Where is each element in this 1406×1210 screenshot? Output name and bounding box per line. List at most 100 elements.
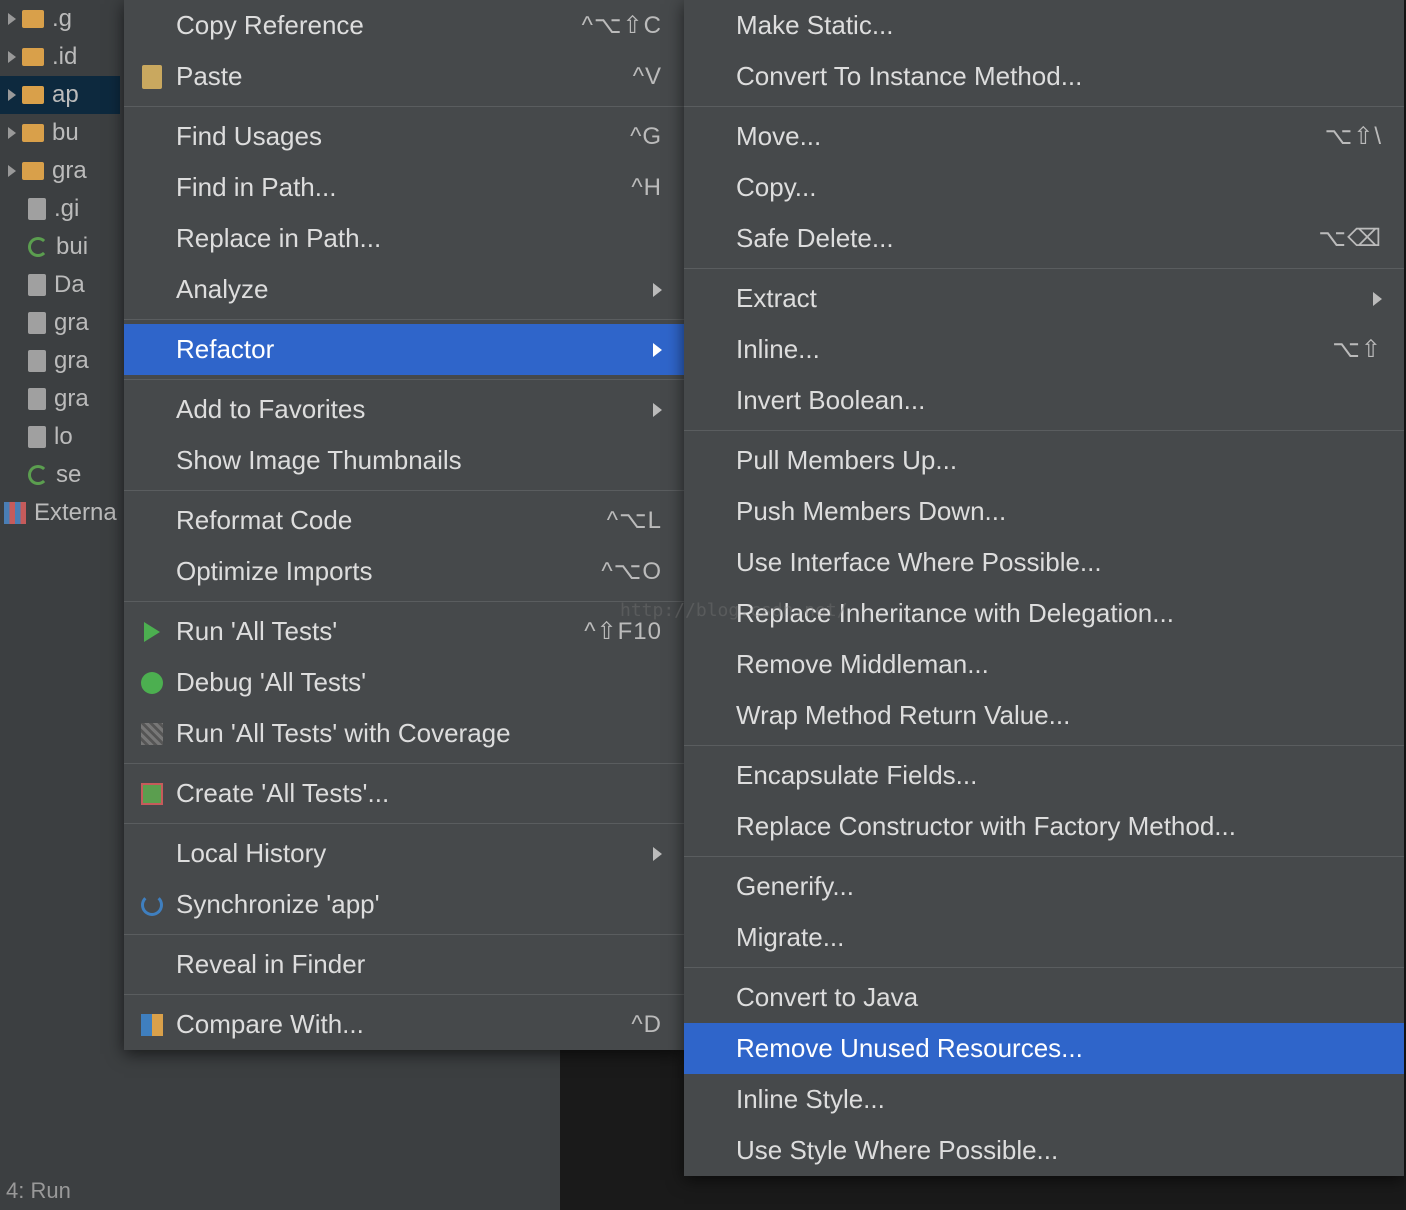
menu-add-to-favorites[interactable]: Add to Favorites xyxy=(124,384,684,435)
coverage-icon xyxy=(140,722,164,746)
tree-item[interactable]: se xyxy=(0,456,120,494)
file-icon xyxy=(28,312,46,334)
menu-convert-to-instance[interactable]: Convert To Instance Method... xyxy=(684,51,1404,102)
tree-item-external[interactable]: Externa xyxy=(0,494,120,532)
menu-debug-all-tests[interactable]: Debug 'All Tests' xyxy=(124,657,684,708)
menu-move[interactable]: Move...⌥⇧\ xyxy=(684,111,1404,162)
run-icon xyxy=(140,620,164,644)
menu-invert-boolean[interactable]: Invert Boolean... xyxy=(684,375,1404,426)
folder-icon xyxy=(22,48,44,66)
file-icon xyxy=(28,388,46,410)
folder-icon xyxy=(22,124,44,142)
menu-push-members-down[interactable]: Push Members Down... xyxy=(684,486,1404,537)
chevron-right-icon xyxy=(653,403,662,417)
gradle-icon xyxy=(28,465,48,485)
menu-use-interface[interactable]: Use Interface Where Possible... xyxy=(684,537,1404,588)
menu-copy-reference[interactable]: Copy Reference^⌥⇧C xyxy=(124,0,684,51)
tree-item[interactable]: .gi xyxy=(0,190,120,228)
tree-item[interactable]: .g xyxy=(0,0,120,38)
menu-find-in-path[interactable]: Find in Path...^H xyxy=(124,162,684,213)
menu-replace-in-path[interactable]: Replace in Path... xyxy=(124,213,684,264)
file-icon xyxy=(28,350,46,372)
menu-migrate[interactable]: Migrate... xyxy=(684,912,1404,963)
menu-run-all-tests[interactable]: Run 'All Tests'^⇧F10 xyxy=(124,606,684,657)
menu-separator xyxy=(124,490,684,491)
menu-run-all-tests-coverage[interactable]: Run 'All Tests' with Coverage xyxy=(124,708,684,759)
tree-item[interactable]: gra xyxy=(0,342,120,380)
tree-item[interactable]: gra xyxy=(0,304,120,342)
tree-item[interactable]: .id xyxy=(0,38,120,76)
paste-icon xyxy=(140,65,164,89)
watermark: http://blog.csdn.net/ xyxy=(620,600,848,621)
file-icon xyxy=(28,274,46,296)
menu-inline[interactable]: Inline...⌥⇧ xyxy=(684,324,1404,375)
menu-show-image-thumbnails[interactable]: Show Image Thumbnails xyxy=(124,435,684,486)
tree-item[interactable]: gra xyxy=(0,152,120,190)
menu-find-usages[interactable]: Find Usages^G xyxy=(124,111,684,162)
context-menu: Copy Reference^⌥⇧C Paste^V Find Usages^G… xyxy=(124,0,684,1050)
menu-make-static[interactable]: Make Static... xyxy=(684,0,1404,51)
libraries-icon xyxy=(4,502,26,524)
menu-separator xyxy=(124,106,684,107)
file-icon xyxy=(28,426,46,448)
menu-remove-middleman[interactable]: Remove Middleman... xyxy=(684,639,1404,690)
chevron-right-icon xyxy=(653,343,662,357)
tree-item-selected[interactable]: ap xyxy=(0,76,120,114)
menu-optimize-imports[interactable]: Optimize Imports^⌥O xyxy=(124,546,684,597)
menu-analyze[interactable]: Analyze xyxy=(124,264,684,315)
menu-separator xyxy=(124,823,684,824)
menu-compare-with[interactable]: Compare With...^D xyxy=(124,999,684,1050)
menu-separator xyxy=(684,268,1404,269)
chevron-right-icon xyxy=(653,847,662,861)
menu-pull-members-up[interactable]: Pull Members Up... xyxy=(684,435,1404,486)
menu-replace-constructor[interactable]: Replace Constructor with Factory Method.… xyxy=(684,801,1404,852)
menu-separator xyxy=(124,934,684,935)
menu-generify[interactable]: Generify... xyxy=(684,861,1404,912)
tree-item[interactable]: gra xyxy=(0,380,120,418)
menu-separator xyxy=(124,379,684,380)
menu-separator xyxy=(124,763,684,764)
compare-icon xyxy=(140,1013,164,1037)
menu-inline-style[interactable]: Inline Style... xyxy=(684,1074,1404,1125)
chevron-right-icon xyxy=(1373,292,1382,306)
menu-extract[interactable]: Extract xyxy=(684,273,1404,324)
menu-paste[interactable]: Paste^V xyxy=(124,51,684,102)
tree-item[interactable]: Da xyxy=(0,266,120,304)
menu-separator xyxy=(684,967,1404,968)
menu-create-all-tests[interactable]: Create 'All Tests'... xyxy=(124,768,684,819)
menu-separator xyxy=(684,745,1404,746)
menu-encapsulate-fields[interactable]: Encapsulate Fields... xyxy=(684,750,1404,801)
chevron-right-icon xyxy=(653,283,662,297)
menu-local-history[interactable]: Local History xyxy=(124,828,684,879)
menu-convert-to-java[interactable]: Convert to Java xyxy=(684,972,1404,1023)
menu-separator xyxy=(684,856,1404,857)
menu-refactor[interactable]: Refactor xyxy=(124,324,684,375)
bottom-run-label[interactable]: 4: Run xyxy=(6,1178,71,1204)
menu-separator xyxy=(124,319,684,320)
sync-icon xyxy=(140,893,164,917)
menu-separator xyxy=(684,106,1404,107)
menu-separator xyxy=(124,601,684,602)
menu-use-style[interactable]: Use Style Where Possible... xyxy=(684,1125,1404,1176)
tree-item[interactable]: lo xyxy=(0,418,120,456)
menu-wrap-method-return[interactable]: Wrap Method Return Value... xyxy=(684,690,1404,741)
file-icon xyxy=(28,198,46,220)
folder-icon xyxy=(22,86,44,104)
project-tree: .g .id ap bu gra .gi bui Da gra gra gra … xyxy=(0,0,120,1210)
menu-safe-delete[interactable]: Safe Delete...⌥⌫ xyxy=(684,213,1404,264)
menu-reveal-in-finder[interactable]: Reveal in Finder xyxy=(124,939,684,990)
menu-reformat-code[interactable]: Reformat Code^⌥L xyxy=(124,495,684,546)
menu-copy[interactable]: Copy... xyxy=(684,162,1404,213)
menu-remove-unused-resources[interactable]: Remove Unused Resources... xyxy=(684,1023,1404,1074)
refactor-submenu: Make Static... Convert To Instance Metho… xyxy=(684,0,1404,1176)
menu-synchronize[interactable]: Synchronize 'app' xyxy=(124,879,684,930)
tree-item[interactable]: bui xyxy=(0,228,120,266)
tree-item[interactable]: bu xyxy=(0,114,120,152)
gradle-icon xyxy=(28,237,48,257)
folder-icon xyxy=(22,162,44,180)
create-tests-icon xyxy=(140,782,164,806)
debug-icon xyxy=(140,671,164,695)
menu-separator xyxy=(684,430,1404,431)
folder-icon xyxy=(22,10,44,28)
menu-separator xyxy=(124,994,684,995)
